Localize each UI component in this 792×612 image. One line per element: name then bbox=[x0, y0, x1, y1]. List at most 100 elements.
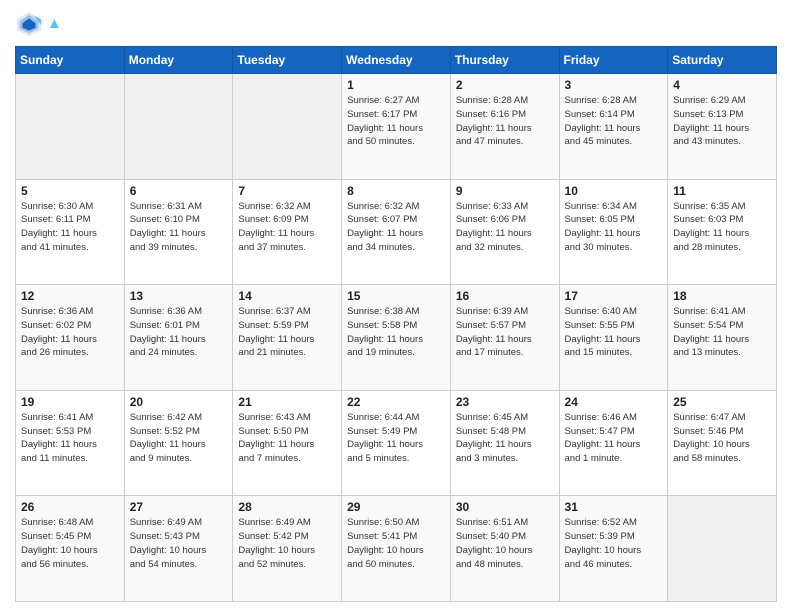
calendar-week-row: 1 Sunrise: 6:27 AM Sunset: 6:17 PM Daylig… bbox=[16, 74, 777, 180]
day-number: 21 bbox=[238, 395, 336, 409]
day-info: Sunrise: 6:34 AM Sunset: 6:05 PM Dayligh… bbox=[565, 200, 663, 255]
calendar-cell: 7Sunrise: 6:32 AM Sunset: 6:09 PM Daylig… bbox=[233, 179, 342, 285]
day-number: 10 bbox=[565, 184, 663, 198]
day-number: 28 bbox=[238, 500, 336, 514]
calendar-cell: 15Sunrise: 6:38 AM Sunset: 5:58 PM Dayli… bbox=[342, 285, 451, 391]
day-info: Sunrise: 6:32 AM Sunset: 6:07 PM Dayligh… bbox=[347, 200, 445, 255]
day-number: 29 bbox=[347, 500, 445, 514]
calendar-cell: 16 Sunrise: 6:39 AM Sunset: 5:57 PM Dayli… bbox=[450, 285, 559, 391]
day-number: 1 bbox=[347, 78, 445, 92]
logo-text: ▲ bbox=[47, 15, 62, 33]
day-info: Sunrise: 6:33 AM Sunset: 6:06 PM Dayligh… bbox=[456, 200, 554, 255]
day-number: 22 bbox=[347, 395, 445, 409]
calendar-cell: 8 Sunrise: 6:32 AM Sunset: 6:07 PM Daylig… bbox=[342, 179, 451, 285]
day-number: 8 bbox=[347, 184, 445, 198]
calendar-cell: 23 Sunrise: 6:45 AM Sunset: 5:48 PM Dayli… bbox=[450, 390, 559, 496]
day-info: Sunrise: 6:43 AM Sunset: 5:50 PM Dayligh… bbox=[238, 411, 336, 466]
calendar-week-row: 26Sunrise: 6:48 AM Sunset: 5:45 PM Dayli… bbox=[16, 496, 777, 602]
day-info: Sunrise: 6:38 AM Sunset: 5:58 PM Dayligh… bbox=[347, 305, 445, 360]
day-info: Sunrise: 6:28 AM Sunset: 6:14 PM Dayligh… bbox=[565, 94, 663, 149]
calendar-cell: 5 Sunrise: 6:30 AM Sunset: 6:11 PM Daylig… bbox=[16, 179, 125, 285]
day-number: 2 bbox=[456, 78, 554, 92]
calendar-cell: 25 Sunrise: 6:47 AM Sunset: 5:46 PM Dayli… bbox=[668, 390, 777, 496]
calendar-cell: 14 Sunrise: 6:37 AM Sunset: 5:59 PM Dayli… bbox=[233, 285, 342, 391]
calendar-week-row: 19 Sunrise: 6:41 AM Sunset: 5:53 PM Dayli… bbox=[16, 390, 777, 496]
day-info: Sunrise: 6:29 AM Sunset: 6:13 PM Dayligh… bbox=[673, 94, 771, 149]
calendar-cell: 1 Sunrise: 6:27 AM Sunset: 6:17 PM Daylig… bbox=[342, 74, 451, 180]
day-number: 16 bbox=[456, 289, 554, 303]
calendar-cell: 2 Sunrise: 6:28 AM Sunset: 6:16 PM Daylig… bbox=[450, 74, 559, 180]
calendar-cell: 13 Sunrise: 6:36 AM Sunset: 6:01 PM Dayli… bbox=[124, 285, 233, 391]
day-info: Sunrise: 6:35 AM Sunset: 6:03 PM Dayligh… bbox=[673, 200, 771, 255]
day-number: 25 bbox=[673, 395, 771, 409]
calendar-cell bbox=[668, 496, 777, 602]
day-info: Sunrise: 6:27 AM Sunset: 6:17 PM Dayligh… bbox=[347, 94, 445, 149]
day-number: 9 bbox=[456, 184, 554, 198]
calendar-cell: 19 Sunrise: 6:41 AM Sunset: 5:53 PM Dayli… bbox=[16, 390, 125, 496]
weekday-header: Wednesday bbox=[342, 47, 451, 74]
calendar-cell: 22Sunrise: 6:44 AM Sunset: 5:49 PM Dayli… bbox=[342, 390, 451, 496]
calendar-cell bbox=[16, 74, 125, 180]
calendar-cell: 29 Sunrise: 6:50 AM Sunset: 5:41 PM Dayli… bbox=[342, 496, 451, 602]
calendar-cell: 24 Sunrise: 6:46 AM Sunset: 5:47 PM Dayli… bbox=[559, 390, 668, 496]
day-number: 26 bbox=[21, 500, 119, 514]
day-info: Sunrise: 6:37 AM Sunset: 5:59 PM Dayligh… bbox=[238, 305, 336, 360]
day-info: Sunrise: 6:40 AM Sunset: 5:55 PM Dayligh… bbox=[565, 305, 663, 360]
day-info: Sunrise: 6:28 AM Sunset: 6:16 PM Dayligh… bbox=[456, 94, 554, 149]
weekday-header: Sunday bbox=[16, 47, 125, 74]
weekday-header: Friday bbox=[559, 47, 668, 74]
calendar-cell: 10 Sunrise: 6:34 AM Sunset: 6:05 PM Dayli… bbox=[559, 179, 668, 285]
day-info: Sunrise: 6:45 AM Sunset: 5:48 PM Dayligh… bbox=[456, 411, 554, 466]
day-info: Sunrise: 6:30 AM Sunset: 6:11 PM Dayligh… bbox=[21, 200, 119, 255]
day-info: Sunrise: 6:31 AM Sunset: 6:10 PM Dayligh… bbox=[130, 200, 228, 255]
calendar-week-row: 12 Sunrise: 6:36 AM Sunset: 6:02 PM Dayli… bbox=[16, 285, 777, 391]
day-number: 5 bbox=[21, 184, 119, 198]
day-info: Sunrise: 6:49 AM Sunset: 5:43 PM Dayligh… bbox=[130, 516, 228, 571]
calendar-cell: 18 Sunrise: 6:41 AM Sunset: 5:54 PM Dayli… bbox=[668, 285, 777, 391]
day-number: 18 bbox=[673, 289, 771, 303]
calendar-cell bbox=[124, 74, 233, 180]
weekday-header: Saturday bbox=[668, 47, 777, 74]
day-info: Sunrise: 6:46 AM Sunset: 5:47 PM Dayligh… bbox=[565, 411, 663, 466]
calendar-cell: 21 Sunrise: 6:43 AM Sunset: 5:50 PM Dayli… bbox=[233, 390, 342, 496]
calendar-table: SundayMondayTuesdayWednesdayThursdayFrid… bbox=[15, 46, 777, 602]
calendar-cell: 20 Sunrise: 6:42 AM Sunset: 5:52 PM Dayli… bbox=[124, 390, 233, 496]
calendar-cell: 4 Sunrise: 6:29 AM Sunset: 6:13 PM Daylig… bbox=[668, 74, 777, 180]
day-number: 24 bbox=[565, 395, 663, 409]
day-number: 12 bbox=[21, 289, 119, 303]
calendar-cell: 6Sunrise: 6:31 AM Sunset: 6:10 PM Daylig… bbox=[124, 179, 233, 285]
page: ▲ SundayMondayTuesdayWednesdayThursdayFr… bbox=[0, 0, 792, 612]
day-info: Sunrise: 6:47 AM Sunset: 5:46 PM Dayligh… bbox=[673, 411, 771, 466]
day-info: Sunrise: 6:52 AM Sunset: 5:39 PM Dayligh… bbox=[565, 516, 663, 571]
day-info: Sunrise: 6:32 AM Sunset: 6:09 PM Dayligh… bbox=[238, 200, 336, 255]
day-info: Sunrise: 6:49 AM Sunset: 5:42 PM Dayligh… bbox=[238, 516, 336, 571]
day-number: 4 bbox=[673, 78, 771, 92]
day-number: 27 bbox=[130, 500, 228, 514]
logo-icon bbox=[15, 10, 43, 38]
day-number: 19 bbox=[21, 395, 119, 409]
calendar-cell: 17 Sunrise: 6:40 AM Sunset: 5:55 PM Dayli… bbox=[559, 285, 668, 391]
day-info: Sunrise: 6:50 AM Sunset: 5:41 PM Dayligh… bbox=[347, 516, 445, 571]
day-info: Sunrise: 6:36 AM Sunset: 6:01 PM Dayligh… bbox=[130, 305, 228, 360]
day-number: 30 bbox=[456, 500, 554, 514]
day-number: 3 bbox=[565, 78, 663, 92]
calendar-cell: 12 Sunrise: 6:36 AM Sunset: 6:02 PM Dayli… bbox=[16, 285, 125, 391]
calendar-cell: 28 Sunrise: 6:49 AM Sunset: 5:42 PM Dayli… bbox=[233, 496, 342, 602]
day-info: Sunrise: 6:36 AM Sunset: 6:02 PM Dayligh… bbox=[21, 305, 119, 360]
day-number: 31 bbox=[565, 500, 663, 514]
day-number: 13 bbox=[130, 289, 228, 303]
day-info: Sunrise: 6:41 AM Sunset: 5:54 PM Dayligh… bbox=[673, 305, 771, 360]
day-info: Sunrise: 6:51 AM Sunset: 5:40 PM Dayligh… bbox=[456, 516, 554, 571]
calendar-cell: 26Sunrise: 6:48 AM Sunset: 5:45 PM Dayli… bbox=[16, 496, 125, 602]
header: ▲ bbox=[15, 10, 777, 38]
day-info: Sunrise: 6:39 AM Sunset: 5:57 PM Dayligh… bbox=[456, 305, 554, 360]
calendar-week-row: 5 Sunrise: 6:30 AM Sunset: 6:11 PM Daylig… bbox=[16, 179, 777, 285]
day-info: Sunrise: 6:42 AM Sunset: 5:52 PM Dayligh… bbox=[130, 411, 228, 466]
day-info: Sunrise: 6:41 AM Sunset: 5:53 PM Dayligh… bbox=[21, 411, 119, 466]
calendar-cell: 27 Sunrise: 6:49 AM Sunset: 5:43 PM Dayli… bbox=[124, 496, 233, 602]
calendar-header-row: SundayMondayTuesdayWednesdayThursdayFrid… bbox=[16, 47, 777, 74]
day-number: 14 bbox=[238, 289, 336, 303]
day-number: 23 bbox=[456, 395, 554, 409]
day-number: 17 bbox=[565, 289, 663, 303]
day-number: 20 bbox=[130, 395, 228, 409]
